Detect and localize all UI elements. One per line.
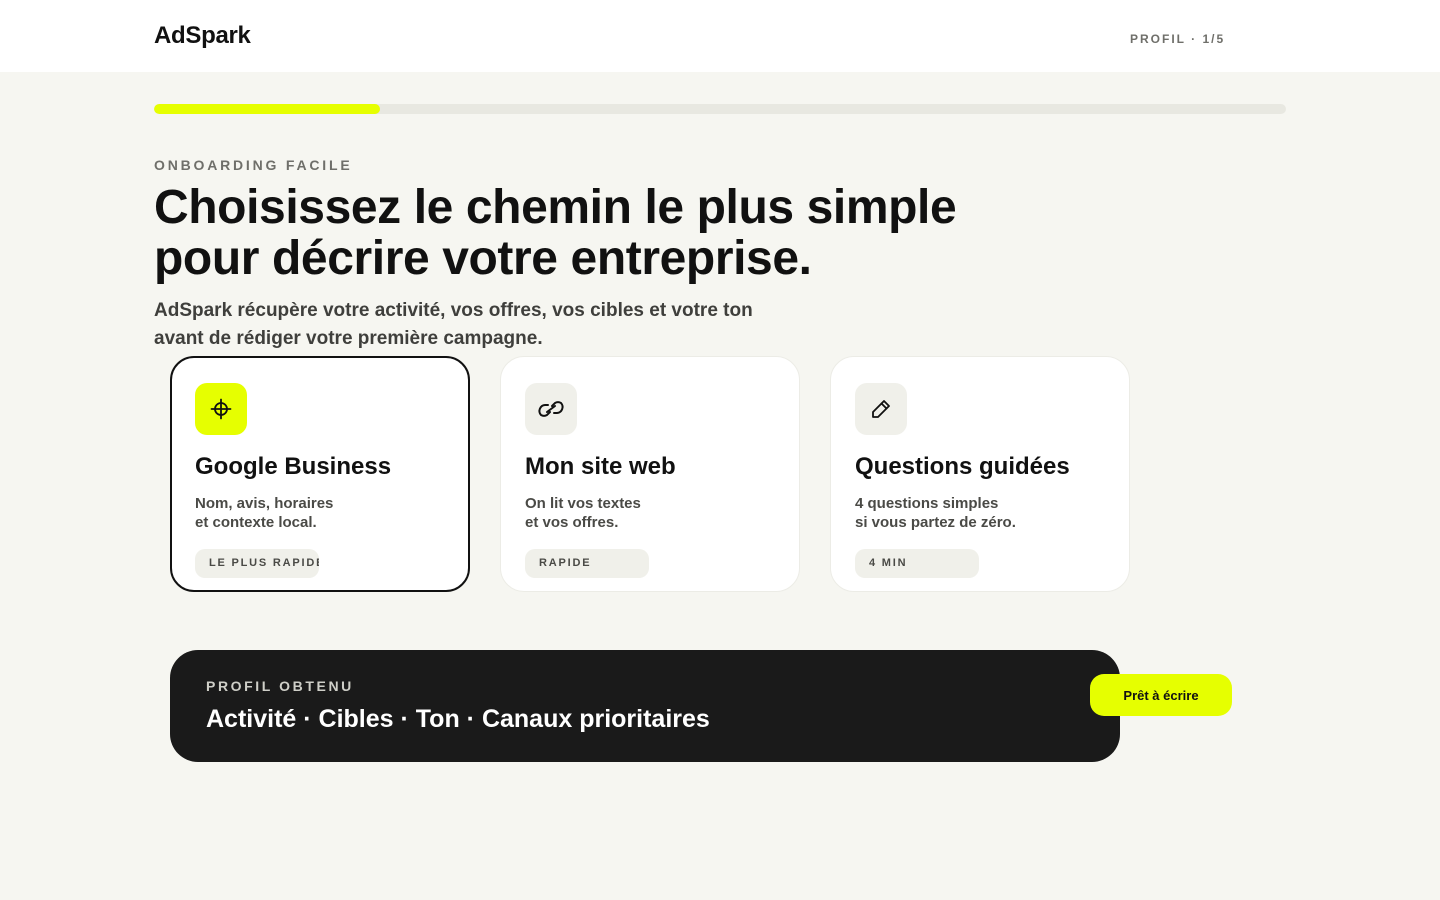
option-icon-box	[195, 383, 247, 435]
step-indicator: PROFIL · 1/5	[1130, 32, 1226, 46]
summary-label: PROFIL OBTENU	[206, 678, 354, 694]
summary-items: Activité · Cibles · Ton · Canaux priorit…	[206, 705, 710, 733]
eyebrow-label: ONBOARDING FACILE	[154, 157, 353, 173]
page-title-line-2: pour décrire votre entreprise.	[154, 232, 812, 285]
option-title: Google Business	[195, 453, 392, 480]
option-title: Questions guidées	[855, 453, 1070, 480]
logo[interactable]: AdSpark	[154, 22, 251, 50]
crosshair-icon	[210, 398, 232, 420]
option-card-website[interactable]: Mon site web On lit vos textes et vos of…	[500, 356, 800, 592]
top-bar: AdSpark PROFIL · 1/5	[0, 0, 1440, 72]
option-badge: LE PLUS RAPIDE	[195, 549, 319, 578]
option-icon-box	[855, 383, 907, 435]
option-card-guided-questions[interactable]: Questions guidées 4 questions simples si…	[830, 356, 1130, 592]
page-subtitle-line-1: AdSpark récupère votre activité, vos off…	[154, 300, 753, 321]
progress-fill	[154, 104, 381, 114]
option-icon-box	[525, 383, 577, 435]
page-subtitle: AdSpark récupère votre activité, vos off…	[154, 297, 794, 353]
option-card-google-business[interactable]: Google Business Nom, avis, horaires et c…	[170, 356, 470, 592]
link-icon	[535, 398, 567, 420]
progress-bar	[154, 104, 1286, 114]
page-title-line-1: Choisissez le chemin le plus simple	[154, 181, 957, 234]
page-title: Choisissez le chemin le plus simple pour…	[154, 182, 1054, 284]
option-badge: 4 MIN	[855, 549, 979, 578]
option-description: Nom, avis, horaires et contexte local.	[195, 495, 334, 531]
page-subtitle-line-2: avant de rédiger votre première campagne…	[154, 328, 543, 349]
option-description: 4 questions simples si vous partez de zé…	[855, 495, 1016, 531]
option-badge: RAPIDE	[525, 549, 649, 578]
option-title: Mon site web	[525, 453, 676, 480]
profile-summary-panel: PROFIL OBTENU Activité · Cibles · Ton · …	[170, 650, 1120, 762]
pencil-icon	[870, 398, 892, 420]
option-description: On lit vos textes et vos offres.	[525, 495, 641, 531]
ready-to-write-button[interactable]: Prêt à écrire	[1090, 674, 1232, 716]
